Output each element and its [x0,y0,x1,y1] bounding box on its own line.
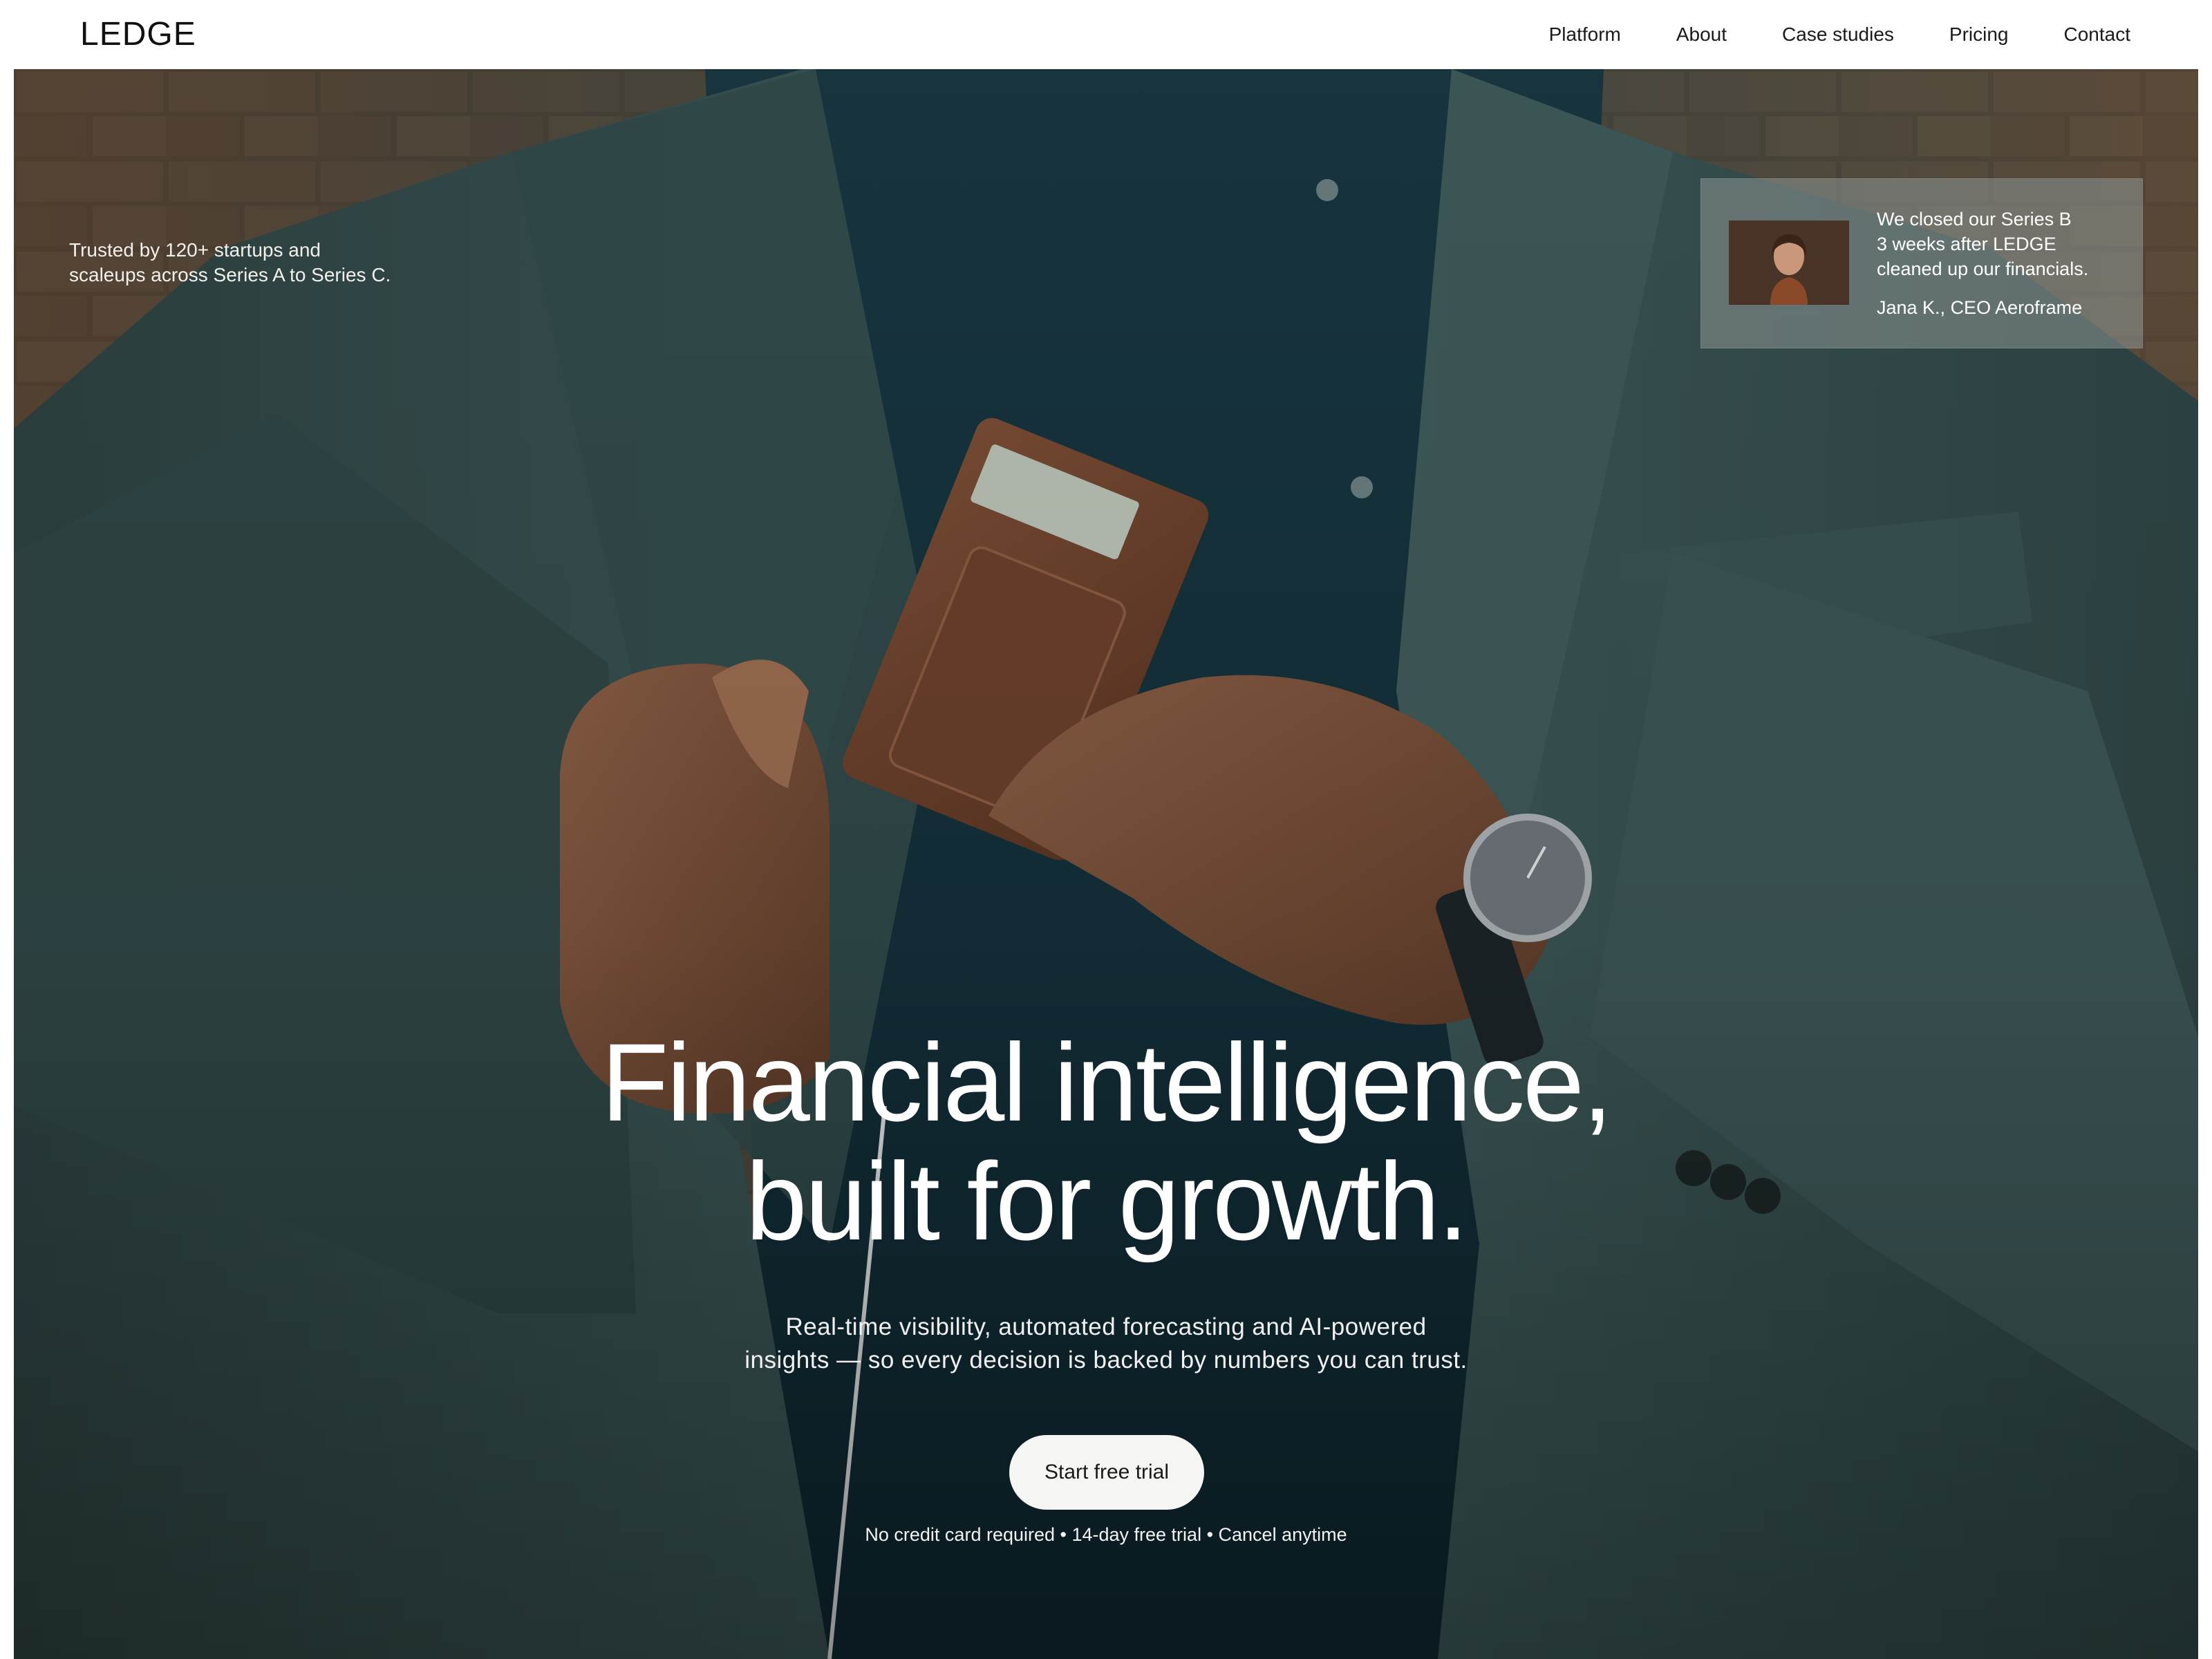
testimonial-card: We closed our Series B 3 weeks after LED… [1700,178,2143,348]
nav-link-case-studies[interactable]: Case studies [1782,21,1894,48]
trusted-line-2: scaleups across Series A to Series C. [69,264,391,285]
nav-link-contact[interactable]: Contact [2064,21,2131,48]
hero-section: Trusted by 120+ startups and scaleups ac… [14,69,2198,1659]
trusted-line-1: Trusted by 120+ startups and [69,239,321,261]
testimonial-quote: We closed our Series B 3 weeks after LED… [1877,207,2126,281]
nav-link-about[interactable]: About [1676,21,1727,48]
hero-subcopy: Real-time visibility, automated forecast… [622,1311,1590,1377]
logo[interactable]: LEDGE [80,14,196,55]
site-header: LEDGE Platform About Case studies Pricin… [0,0,2212,69]
headline-line-1: Financial intelligence, [601,1020,1613,1144]
quote-line-2: 3 weeks after LEDGE [1877,234,2056,254]
start-free-trial-button[interactable]: Start free trial [1009,1435,1204,1510]
nav-link-platform[interactable]: Platform [1549,21,1621,48]
quote-line-1: We closed our Series B [1877,209,2072,229]
testimonial-photo [1729,221,1849,305]
testimonial-author: Jana K., CEO Aeroframe [1877,297,2083,318]
trusted-by-text: Trusted by 120+ startups and scaleups ac… [69,238,429,288]
headline-line-2: built for growth. [745,1139,1469,1263]
quote-line-3: cleaned up our financials. [1877,259,2089,279]
trial-fineprint: No credit card required • 14-day free tr… [865,1524,1347,1545]
hero-headline: Financial intelligence, built for growth… [14,1023,2198,1261]
main-nav: Platform About Case studies Pricing Cont… [1549,21,2130,48]
nav-link-pricing[interactable]: Pricing [1949,21,2009,48]
subcopy-line-2: insights — so every decision is backed b… [744,1347,1468,1374]
subcopy-line-1: Real-time visibility, automated forecast… [785,1313,1427,1340]
